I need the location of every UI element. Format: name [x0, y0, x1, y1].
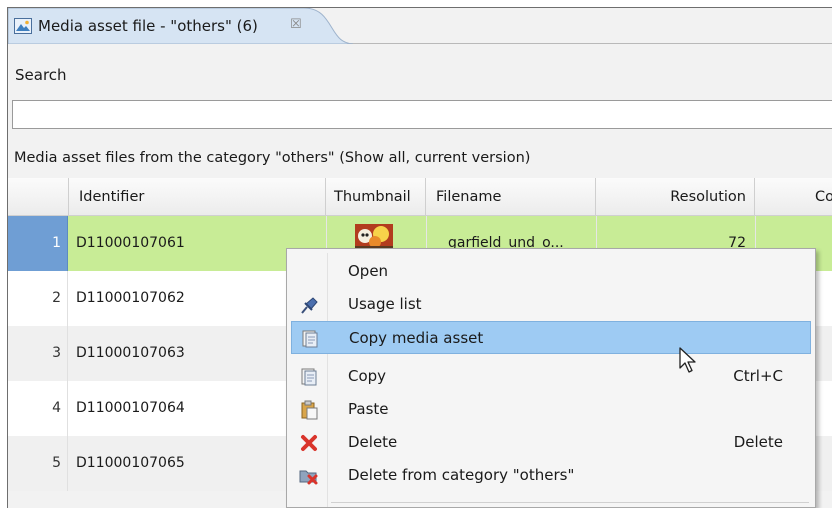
column-header-identifier[interactable]: Identifier	[69, 178, 326, 216]
row-number: 4	[8, 381, 68, 436]
column-header-resolution[interactable]: Resolution	[596, 178, 755, 216]
menu-item-label: Usage list	[348, 295, 422, 313]
tab-media-asset-file[interactable]: Media asset file - "others" (6) ☒	[8, 8, 353, 44]
identifier-cell: D11000107062	[76, 290, 185, 306]
search-input[interactable]	[12, 100, 832, 129]
menu-item-label: Paste	[348, 400, 389, 418]
close-icon[interactable]: ☒	[290, 17, 302, 32]
media-asset-icon	[14, 18, 32, 34]
menu-item-label: Copy media asset	[349, 329, 484, 347]
row-number: 5	[8, 436, 68, 491]
tab-strip-baseline	[338, 43, 832, 44]
row-number: 1	[8, 216, 68, 271]
table-caption: Media asset files from the category "oth…	[14, 150, 531, 166]
copy-icon	[300, 329, 320, 349]
menu-item-label: Copy	[348, 367, 387, 385]
menu-item-delete-from-category[interactable]: Delete from category "others"	[291, 459, 811, 492]
table-header: Identifier Thumbnail Filename Resolution…	[8, 178, 832, 216]
column-header-rownum[interactable]	[8, 178, 69, 216]
pin-icon	[299, 295, 319, 315]
menu-item-open[interactable]: Open	[291, 255, 811, 288]
tab-title: Media asset file - "others" (6)	[38, 17, 258, 35]
menu-item-usage-list[interactable]: Usage list	[291, 288, 811, 321]
thumbnail-image	[355, 224, 393, 250]
copy-icon	[299, 367, 319, 387]
menu-item-label: Open	[348, 262, 389, 280]
paste-icon	[299, 400, 319, 420]
identifier-cell: D11000107064	[76, 400, 185, 416]
context-menu: Open Usage list Copy media asset Copy Ct…	[286, 248, 816, 508]
menu-item-copy[interactable]: Copy Ctrl+C	[291, 360, 811, 393]
menu-item-copy-media-asset[interactable]: Copy media asset	[291, 321, 811, 354]
menu-item-delete[interactable]: Delete Delete	[291, 426, 811, 459]
search-label: Search	[15, 66, 67, 84]
identifier-cell: D11000107063	[76, 345, 185, 361]
folder-delete-icon	[299, 466, 319, 486]
menu-item-label: Delete	[348, 433, 398, 451]
menu-item-label: Delete from category "others"	[348, 466, 575, 484]
mouse-cursor-icon	[679, 347, 696, 373]
column-header-filename[interactable]: Filename	[426, 178, 596, 216]
row-number: 2	[8, 271, 68, 326]
menu-item-shortcut: Ctrl+C	[733, 367, 783, 385]
column-header-thumbnail[interactable]: Thumbnail	[326, 178, 426, 216]
identifier-cell: D11000107061	[76, 235, 185, 251]
row-number: 3	[8, 326, 68, 381]
menu-separator	[331, 502, 809, 503]
menu-item-paste[interactable]: Paste	[291, 393, 811, 426]
identifier-cell: D11000107065	[76, 455, 185, 471]
menu-item-shortcut: Delete	[733, 433, 783, 451]
delete-x-icon	[299, 433, 319, 453]
column-header-co[interactable]: Co	[755, 178, 832, 216]
tab-strip: Media asset file - "others" (6) ☒	[8, 8, 832, 44]
